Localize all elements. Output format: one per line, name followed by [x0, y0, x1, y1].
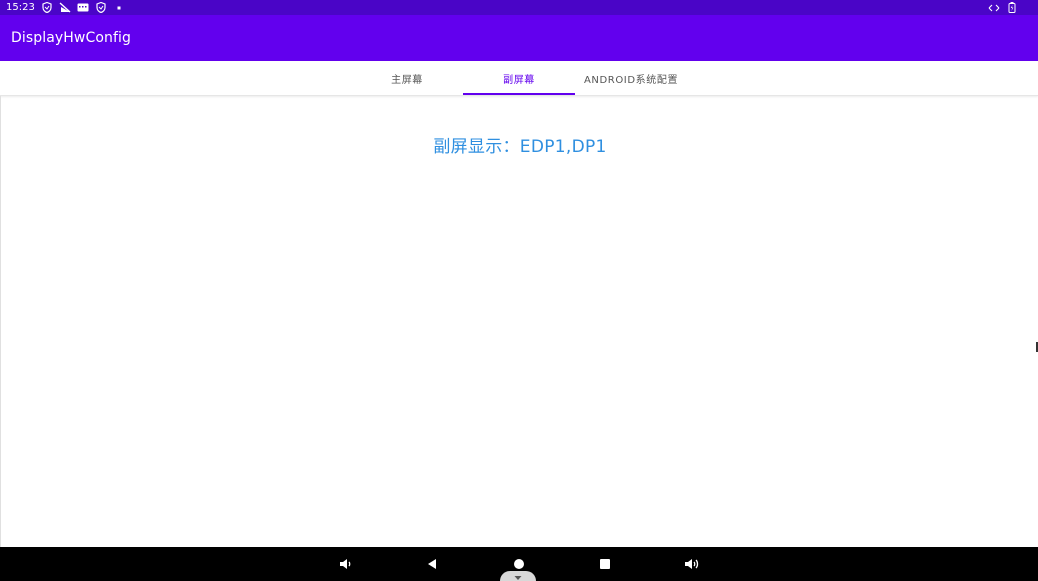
tab-secondary-screen[interactable]: 副屏幕	[463, 61, 575, 96]
recents-icon[interactable]	[590, 547, 620, 581]
volume-up-icon[interactable]	[677, 547, 707, 581]
data-transfer-icon	[988, 2, 1000, 13]
status-right	[988, 2, 1032, 13]
shield-icon	[95, 2, 107, 13]
tab-android-config[interactable]: ANDROID系统配置	[575, 61, 687, 96]
tab-indicator	[463, 93, 575, 95]
status-bar: 15:23	[0, 0, 1038, 15]
app-title: DisplayHwConfig	[11, 30, 132, 46]
status-time: 15:23	[6, 2, 35, 13]
chevron-down-icon	[514, 576, 522, 580]
dot-icon	[113, 2, 125, 13]
secondary-display-text: 副屏显示：EDP1,DP1	[433, 137, 607, 157]
keyboard-icon	[77, 2, 89, 13]
tab-main-screen[interactable]: 主屏幕	[351, 61, 463, 96]
status-left: 15:23	[6, 2, 125, 13]
panel-handle[interactable]	[500, 571, 536, 581]
tab-bar: 主屏幕 副屏幕 ANDROID系统配置	[0, 61, 1038, 96]
volume-down-icon[interactable]	[331, 547, 361, 581]
shield-icon	[41, 2, 53, 13]
battery-icon	[1006, 2, 1018, 13]
muted-signal-icon	[59, 2, 71, 13]
app-bar: DisplayHwConfig	[0, 15, 1038, 61]
back-icon[interactable]	[417, 547, 447, 581]
content-area: 副屏显示：EDP1,DP1	[0, 96, 1038, 547]
navigation-bar	[0, 547, 1038, 581]
